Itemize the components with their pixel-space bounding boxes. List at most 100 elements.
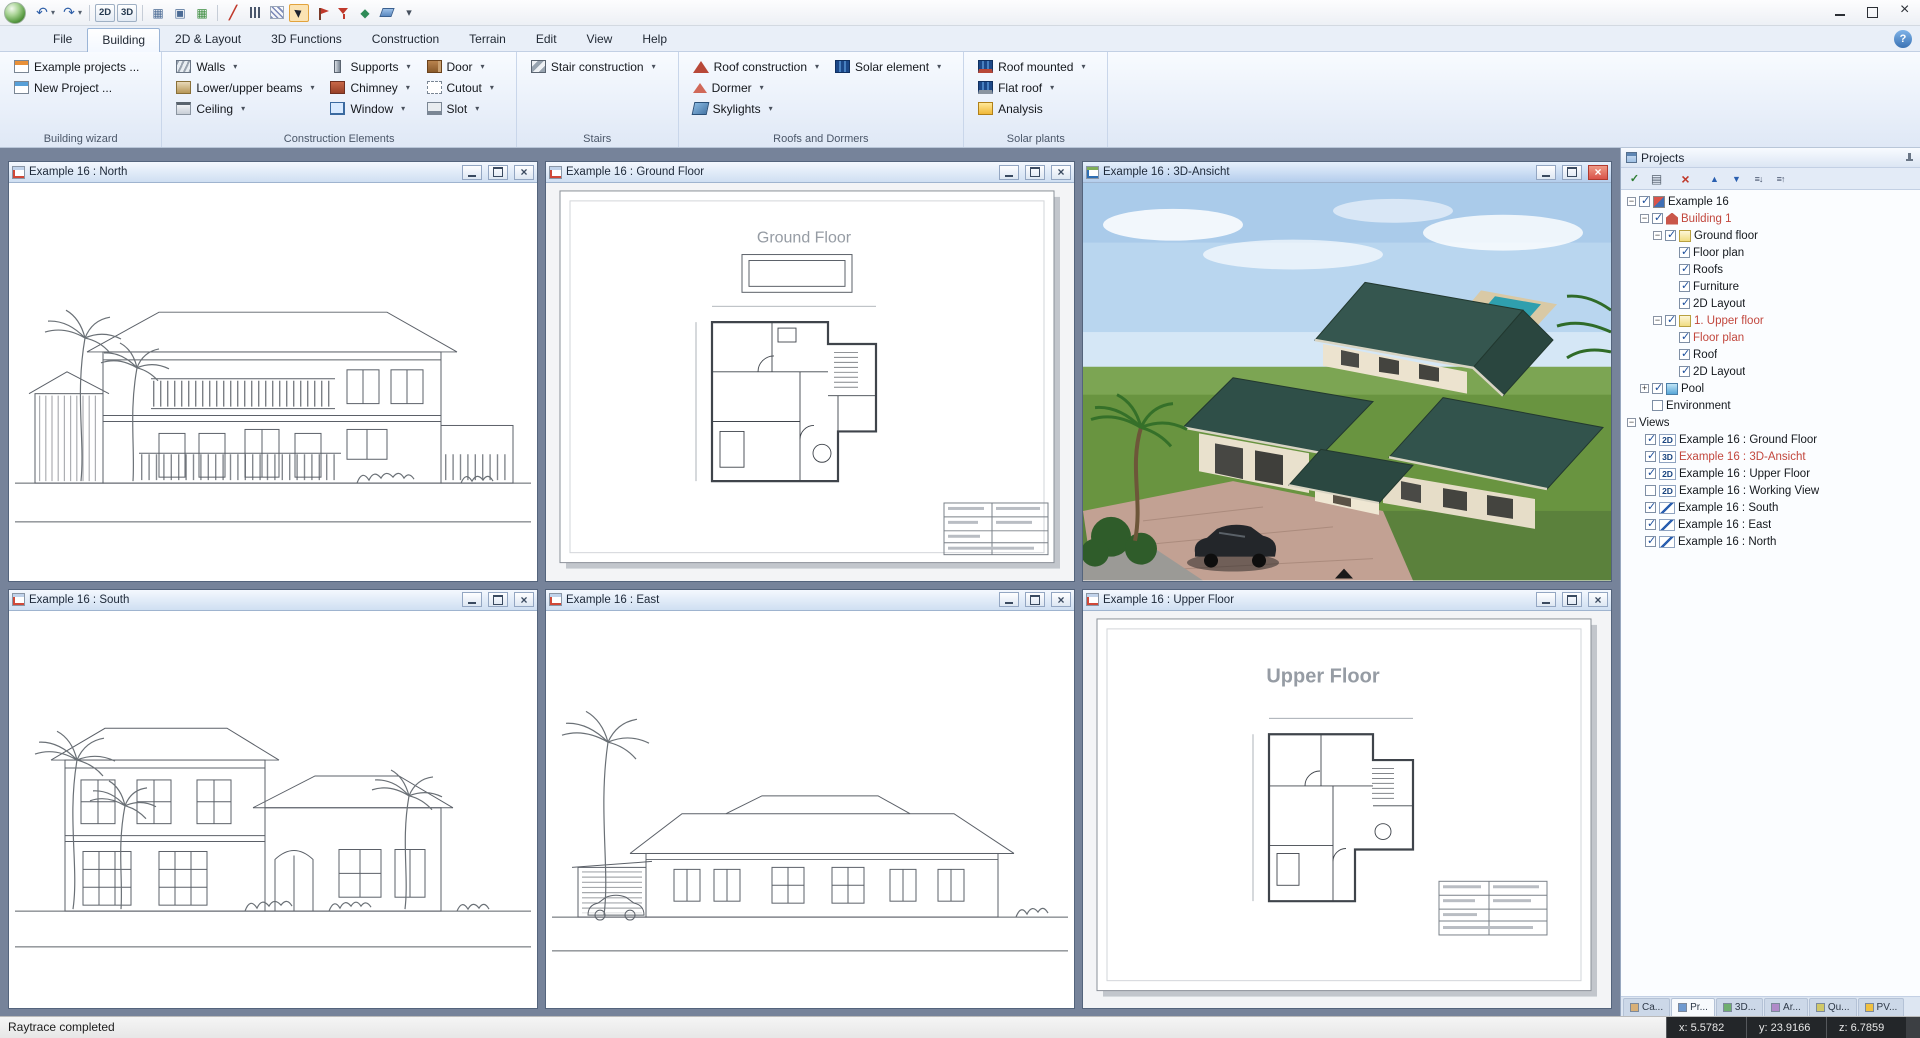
grid-snap-button[interactable] xyxy=(192,4,212,22)
tree-item-2d-layout-upper[interactable]: 2D Layout xyxy=(1621,363,1920,380)
window-maximize-button[interactable] xyxy=(1856,0,1888,25)
drawing-canvas[interactable] xyxy=(9,183,537,581)
tree-item-roofs[interactable]: Roofs xyxy=(1621,261,1920,278)
drawing-canvas[interactable]: Ground Floor xyxy=(546,183,1074,581)
maximize-button[interactable] xyxy=(488,592,508,607)
ribbon-item-roof-construction[interactable]: Roof construction xyxy=(689,57,823,76)
collapse-icon[interactable] xyxy=(1653,316,1662,325)
eraser-tool-button[interactable] xyxy=(377,4,397,22)
toolbar-options-dropdown[interactable] xyxy=(399,4,419,22)
collapse-icon[interactable] xyxy=(1627,197,1636,206)
hatch-tool-button[interactable] xyxy=(267,4,287,22)
tab-2d-layout[interactable]: 2D & Layout xyxy=(160,27,256,51)
section-tool-button[interactable] xyxy=(223,4,243,22)
ribbon-item-window[interactable]: Window xyxy=(326,99,414,118)
move-down-button[interactable] xyxy=(1726,170,1747,188)
checkbox[interactable] xyxy=(1679,264,1690,275)
ribbon-item-roof-mounted[interactable]: Roof mounted xyxy=(974,57,1089,76)
tree-item-floor-plan-upper[interactable]: Floor plan xyxy=(1621,329,1920,346)
redo-button[interactable] xyxy=(59,4,79,22)
minimize-button[interactable] xyxy=(1536,592,1556,607)
maximize-button[interactable] xyxy=(1025,165,1045,180)
tree-item-views[interactable]: Views xyxy=(1621,414,1920,431)
view-item-east[interactable]: Example 16 : East xyxy=(1621,516,1920,533)
checkbox[interactable] xyxy=(1652,383,1663,394)
tree-item-2d-layout[interactable]: 2D Layout xyxy=(1621,295,1920,312)
tree-item-furniture[interactable]: Furniture xyxy=(1621,278,1920,295)
ribbon-item-analysis[interactable]: Analysis xyxy=(974,99,1089,118)
collapse-icon[interactable] xyxy=(1627,418,1636,427)
checkbox[interactable] xyxy=(1665,315,1676,326)
tab-edit[interactable]: Edit xyxy=(521,27,572,51)
ribbon-item-flat-roof[interactable]: Flat roof xyxy=(974,78,1089,97)
close-button[interactable] xyxy=(1588,165,1608,180)
minimize-button[interactable] xyxy=(462,165,482,180)
view-item-working-view[interactable]: 2D Example 16 : Working View xyxy=(1621,482,1920,499)
checkbox[interactable] xyxy=(1645,502,1656,513)
new-2d-plan-button[interactable]: 2D xyxy=(95,4,115,22)
panel-tab-catalog[interactable]: Ca... xyxy=(1623,998,1670,1016)
new-3d-view-button[interactable]: 3D xyxy=(117,4,137,22)
ribbon-item-stair-construction[interactable]: Stair construction xyxy=(527,57,660,76)
panel-tab-projects[interactable]: Pr... xyxy=(1671,998,1715,1016)
checkbox[interactable] xyxy=(1679,298,1690,309)
tab-file[interactable]: File xyxy=(38,27,87,51)
panel-tab-area[interactable]: Ar... xyxy=(1764,998,1808,1016)
close-button[interactable] xyxy=(1588,592,1608,607)
window-titlebar[interactable]: Example 16 : Ground Floor xyxy=(546,162,1074,183)
checkbox[interactable] xyxy=(1652,400,1663,411)
window-minimize-button[interactable] xyxy=(1824,0,1856,25)
ribbon-item-dormer[interactable]: Dormer xyxy=(689,78,823,97)
checkbox[interactable] xyxy=(1645,434,1656,445)
tile-windows-button[interactable] xyxy=(148,4,168,22)
close-button[interactable] xyxy=(1051,592,1071,607)
sort-ascending-button[interactable] xyxy=(1748,170,1769,188)
filter-tool-button[interactable] xyxy=(333,4,353,22)
maximize-button[interactable] xyxy=(488,165,508,180)
checkbox[interactable] xyxy=(1679,281,1690,292)
checkbox[interactable] xyxy=(1645,519,1656,530)
minimize-button[interactable] xyxy=(1536,165,1556,180)
minimize-button[interactable] xyxy=(999,592,1019,607)
window-titlebar[interactable]: Example 16 : South xyxy=(9,590,537,611)
ribbon-item-solar-element[interactable]: Solar element xyxy=(831,57,945,76)
properties-button[interactable] xyxy=(1646,170,1667,188)
tree-item-building-1[interactable]: Building 1 xyxy=(1621,210,1920,227)
pointer-tool-button[interactable] xyxy=(289,4,309,22)
ribbon-item-supports[interactable]: Supports xyxy=(326,57,414,76)
close-button[interactable] xyxy=(514,592,534,607)
ribbon-item-ceiling[interactable]: Ceiling xyxy=(172,99,318,118)
checkbox[interactable] xyxy=(1645,536,1656,547)
panel-tab-quantities[interactable]: Qu... xyxy=(1809,998,1857,1016)
drawing-canvas[interactable] xyxy=(9,611,537,1009)
checkbox[interactable] xyxy=(1665,230,1676,241)
tab-building[interactable]: Building xyxy=(87,28,160,52)
tree-item-ground-floor[interactable]: Ground floor xyxy=(1621,227,1920,244)
titlebar[interactable]: 2D 3D xyxy=(0,0,1920,26)
delete-button[interactable] xyxy=(1675,170,1696,188)
ribbon-item-skylights[interactable]: Skylights xyxy=(689,99,823,118)
minimize-button[interactable] xyxy=(462,592,482,607)
render-canvas[interactable] xyxy=(1083,183,1611,581)
checkbox[interactable] xyxy=(1652,213,1663,224)
app-logo[interactable] xyxy=(4,2,26,24)
collapse-icon[interactable] xyxy=(1653,231,1662,240)
checkbox[interactable] xyxy=(1679,332,1690,343)
tree-item-example-16[interactable]: Example 16 xyxy=(1621,193,1920,210)
checkbox[interactable] xyxy=(1679,349,1690,360)
tab-terrain[interactable]: Terrain xyxy=(454,27,521,51)
view-item-ground-floor[interactable]: 2D Example 16 : Ground Floor xyxy=(1621,431,1920,448)
sort-descending-button[interactable] xyxy=(1770,170,1791,188)
pin-icon[interactable] xyxy=(1903,152,1915,164)
undo-button[interactable] xyxy=(32,4,52,22)
window-titlebar[interactable]: Example 16 : North xyxy=(9,162,537,183)
panel-tab-3d[interactable]: 3D... xyxy=(1716,998,1763,1016)
expand-icon[interactable] xyxy=(1640,384,1649,393)
window-titlebar[interactable]: Example 16 : Upper Floor xyxy=(1083,590,1611,611)
flag-tool-button[interactable] xyxy=(311,4,331,22)
tree-item-floor-plan[interactable]: Floor plan xyxy=(1621,244,1920,261)
tree-item-pool[interactable]: Pool xyxy=(1621,380,1920,397)
ribbon-item-door[interactable]: Door xyxy=(423,57,498,76)
checkbox[interactable] xyxy=(1639,196,1650,207)
maximize-button[interactable] xyxy=(1025,592,1045,607)
